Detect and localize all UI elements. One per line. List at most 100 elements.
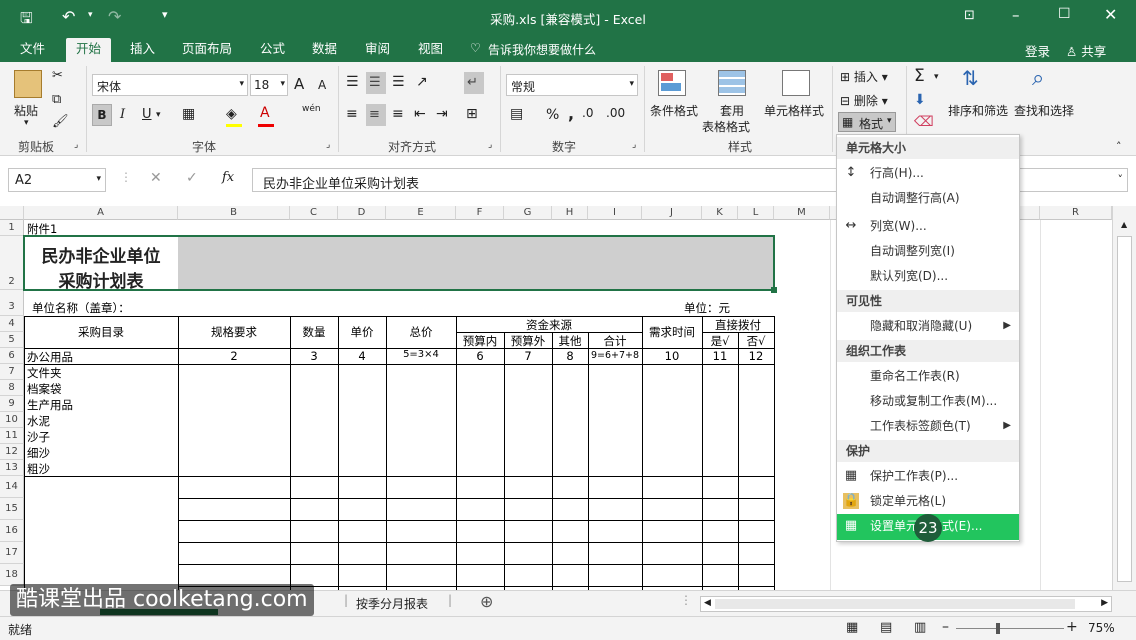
header-other[interactable]: 其他 — [552, 333, 588, 349]
autosum-icon[interactable]: Σ — [914, 66, 925, 86]
increase-decimal-icon[interactable]: .0 — [582, 106, 593, 120]
paste-dropdown-icon[interactable]: ▾ — [24, 118, 29, 128]
row-header[interactable]: 16 — [0, 520, 24, 542]
cell-e6[interactable]: 5=3×4 — [386, 349, 456, 360]
borders-icon[interactable]: ▦ — [182, 106, 195, 122]
decrease-indent-icon[interactable]: ⇤ — [414, 106, 426, 122]
zoom-slider[interactable] — [956, 628, 1064, 629]
minimize-icon[interactable]: – — [1012, 6, 1020, 24]
table-format-button[interactable]: 表格格式 — [702, 118, 750, 135]
unit-label[interactable]: 单位：元 — [684, 300, 730, 316]
row-header[interactable]: 11 — [0, 428, 24, 444]
column-header[interactable]: E — [386, 206, 456, 220]
align-left-icon[interactable]: ≡ — [346, 106, 358, 122]
header-budget-in[interactable]: 预算内 — [456, 333, 504, 349]
name-box[interactable]: A2 ▾ — [8, 168, 106, 192]
tab-formulas[interactable]: 公式 — [250, 38, 295, 62]
sheet-tab-quarterly[interactable]: 按季分月报表 — [356, 595, 428, 612]
align-right-icon[interactable]: ≡ — [392, 106, 404, 122]
cell-b6[interactable]: 2 — [178, 349, 290, 363]
row-header[interactable]: 1 — [0, 220, 24, 236]
scroll-left-icon[interactable]: ◀ — [704, 598, 711, 608]
header-total[interactable]: 总价 — [386, 324, 456, 340]
fill-handle[interactable] — [771, 287, 777, 293]
menu-hide-unhide[interactable]: 隐藏和取消隐藏(U) ▶ — [837, 314, 1019, 338]
insert-cells-button[interactable]: ⊞ 插入 ▾ — [840, 68, 888, 85]
alignment-launcher-icon[interactable]: ⌟ — [488, 140, 492, 150]
fill-icon[interactable]: ⬇ — [914, 92, 926, 108]
column-header[interactable]: G — [504, 206, 552, 220]
font-color-icon[interactable]: A — [260, 105, 270, 121]
share-button[interactable]: ♙ 共享 — [1066, 41, 1106, 60]
cell-k6[interactable]: 11 — [702, 349, 738, 363]
header-sum[interactable]: 合计 — [588, 333, 642, 349]
column-header[interactable]: B — [178, 206, 290, 220]
number-format-box[interactable]: 常规 ▾ — [506, 74, 638, 96]
percent-button[interactable]: % — [546, 107, 559, 123]
header-catalog[interactable]: 采购目录 — [24, 324, 178, 340]
row-header[interactable]: 17 — [0, 542, 24, 564]
tab-insert[interactable]: 插入 — [120, 38, 165, 62]
page-layout-view-icon[interactable]: ▤ — [880, 620, 892, 635]
row-header[interactable]: 10 — [0, 412, 24, 428]
row-header[interactable]: 13 — [0, 460, 24, 476]
zoom-in-icon[interactable]: + — [1066, 619, 1078, 635]
cell-f6[interactable]: 6 — [456, 349, 504, 363]
column-header[interactable]: I — [588, 206, 642, 220]
vertical-scrollbar[interactable]: ▲ — [1112, 206, 1136, 590]
cell-a7[interactable]: 文件夹 — [27, 365, 62, 381]
row-header[interactable]: 7 — [0, 364, 24, 380]
paste-icon[interactable] — [14, 70, 42, 98]
clear-icon[interactable]: ⌫ — [914, 114, 934, 130]
cell-g6[interactable]: 7 — [504, 349, 552, 363]
split-handle[interactable]: ⋮ — [680, 593, 692, 607]
column-header[interactable]: H — [552, 206, 588, 220]
row-header[interactable]: 14 — [0, 476, 24, 498]
cell-a13[interactable]: 粗沙 — [27, 461, 50, 477]
align-center-button[interactable]: ≡ — [366, 104, 386, 126]
cell-a12[interactable]: 细沙 — [27, 445, 50, 461]
find-icon[interactable]: ⌕ — [1032, 66, 1044, 91]
menu-default-width[interactable]: 默认列宽(D)... — [837, 264, 1019, 288]
paste-button[interactable]: 粘贴 — [14, 102, 38, 119]
unit-name-label[interactable]: 单位名称（盖章）： — [32, 300, 130, 316]
header-price[interactable]: 单价 — [338, 324, 386, 340]
tab-review[interactable]: 审阅 — [355, 38, 400, 62]
table-format-icon[interactable] — [718, 70, 746, 96]
menu-protect-sheet[interactable]: ▦ 保护工作表(P)... — [837, 464, 1019, 488]
collapse-ribbon-icon[interactable]: ˄ — [1116, 140, 1122, 153]
column-header[interactable]: M — [774, 206, 830, 220]
orientation-icon[interactable]: ↗ — [416, 74, 428, 90]
cell-h6[interactable]: 8 — [552, 349, 588, 363]
format-cells-button[interactable]: ▦ 格式 ▾ — [838, 112, 896, 132]
underline-button[interactable]: U — [142, 107, 152, 122]
italic-button[interactable]: I — [120, 107, 125, 122]
row-header[interactable]: 3 — [0, 290, 24, 316]
cell-a11[interactable]: 沙子 — [27, 429, 50, 445]
bold-button[interactable]: B — [92, 104, 112, 126]
column-header[interactable]: D — [338, 206, 386, 220]
increase-font-icon[interactable]: A — [294, 75, 304, 93]
cell-i6[interactable]: 9=6+7+8 — [588, 350, 642, 361]
enter-icon[interactable]: ✓ — [186, 170, 198, 186]
header-quantity[interactable]: 数量 — [290, 324, 338, 340]
accounting-format-icon[interactable]: ▤ — [510, 106, 523, 122]
header-budget-out[interactable]: 预算外 — [504, 333, 552, 349]
row-header[interactable]: 4 — [0, 316, 24, 332]
align-bottom-icon[interactable]: ☰ — [392, 74, 405, 90]
menu-autofit-column[interactable]: 自动调整列宽(I) — [837, 239, 1019, 263]
zoom-out-icon[interactable]: – — [942, 619, 949, 635]
cell-a8[interactable]: 档案袋 — [27, 381, 62, 397]
tab-data[interactable]: 数据 — [302, 38, 347, 62]
font-launcher-icon[interactable]: ⌟ — [326, 140, 330, 150]
scroll-right-icon[interactable]: ▶ — [1101, 598, 1108, 608]
close-icon[interactable]: ✕ — [1104, 5, 1117, 24]
insert-function-button[interactable]: fx — [222, 170, 234, 185]
row-header[interactable]: 15 — [0, 498, 24, 520]
row-header[interactable]: 18 — [0, 564, 24, 586]
cell-j6[interactable]: 10 — [642, 349, 702, 363]
row-header[interactable]: 12 — [0, 444, 24, 460]
conditional-format-button[interactable]: 条件格式 — [650, 102, 698, 119]
autosum-dropdown-icon[interactable]: ▾ — [934, 72, 939, 82]
sort-filter-icon[interactable]: ⇅ — [962, 66, 979, 90]
